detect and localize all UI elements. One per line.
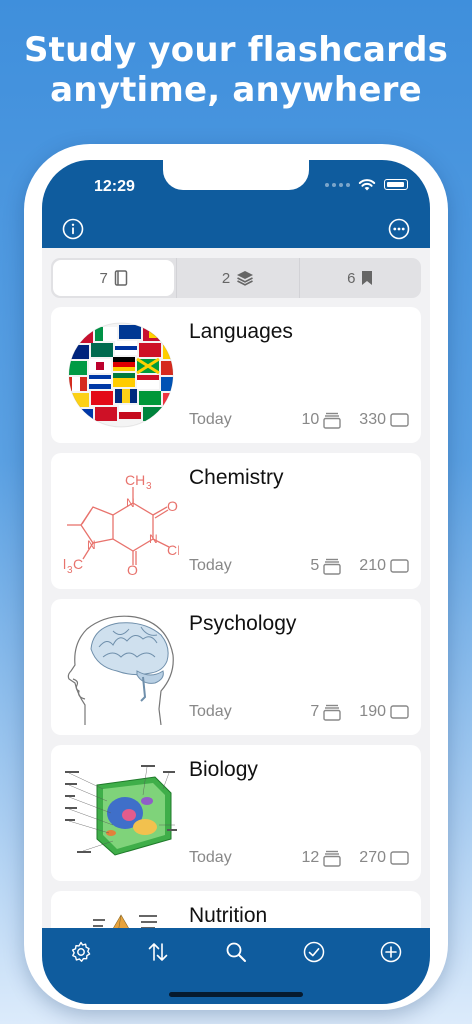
segment-bookmarks[interactable]: 6 [298, 258, 421, 298]
book-icon [114, 270, 128, 286]
deck-stats: 7 190 [310, 703, 409, 721]
svg-text:N: N [149, 532, 158, 546]
home-indicator [169, 992, 303, 997]
deck-date: Today [189, 849, 232, 866]
brain-profile-image [67, 615, 174, 725]
svg-text:C: C [73, 556, 83, 572]
promo-line-1: Study your flashcards [23, 30, 449, 70]
segment-decks[interactable]: 7 [53, 260, 175, 296]
svg-text:CH: CH [125, 472, 145, 488]
deck-title: Nutrition [189, 904, 268, 927]
deck-stats: 12 270 [302, 849, 410, 867]
device-notch [163, 160, 309, 190]
settings-icon[interactable] [69, 940, 93, 964]
checkmark-icon[interactable] [302, 940, 326, 964]
svg-text:N: N [126, 496, 135, 510]
stack-icon [323, 850, 341, 867]
segment-stacks[interactable]: 2 [176, 258, 298, 298]
status-icons [325, 178, 408, 191]
plant-cell-image [65, 765, 177, 856]
svg-text:N: N [87, 538, 96, 552]
deck-set-count: 12 [301, 849, 320, 866]
deck-date: Today [189, 411, 232, 428]
app-screen: 12:29 7 2 6 Languages Today 10 330 CH 3 … [42, 160, 430, 1004]
status-time: 12:29 [94, 178, 135, 195]
flag-globe-image [68, 322, 174, 428]
deck-card-count: 190 [359, 703, 386, 720]
caffeine-molecule-image: CH3 N O N CH O N l3C [63, 472, 179, 578]
card-icon [390, 559, 409, 573]
deck-filter-segmented-control: 7 2 6 [51, 258, 421, 298]
card-icon [390, 851, 409, 865]
deck-title: Psychology [189, 612, 297, 635]
svg-text:3: 3 [146, 481, 152, 492]
segment-count: 2 [221, 269, 231, 287]
card-icon [390, 705, 409, 719]
deck-set-count: 7 [310, 703, 320, 720]
deck-set-count: 10 [301, 411, 320, 428]
deck-list: Languages Today 10 330 CH 3 N O N C O N … [51, 307, 421, 1004]
info-icon[interactable] [62, 218, 84, 240]
stack-icon [323, 412, 341, 429]
deck-card[interactable]: CH3 N O N CH O N l3C Chemistry Today 5 2… [51, 453, 421, 589]
svg-text:l: l [63, 556, 66, 572]
bookmark-icon [362, 271, 373, 285]
deck-date: Today [189, 557, 232, 574]
svg-text:O: O [167, 498, 178, 514]
segment-count: 7 [99, 269, 108, 287]
battery-icon [384, 179, 408, 190]
stack-icon [237, 271, 254, 286]
deck-card-count: 330 [359, 411, 386, 428]
deck-title: Biology [189, 758, 258, 781]
svg-text:CH: CH [167, 542, 179, 558]
segment-count: 6 [347, 269, 356, 287]
wifi-icon [358, 179, 376, 191]
card-icon [390, 413, 409, 427]
stack-icon [323, 558, 341, 575]
deck-card-count: 210 [359, 557, 386, 574]
sort-icon[interactable] [146, 940, 170, 964]
stack-icon [323, 704, 341, 721]
navigation-bar: 12:29 [42, 160, 430, 248]
promo-headline: Study your flashcards anytime, anywhere [0, 30, 472, 110]
signal-icon [325, 182, 350, 187]
deck-card[interactable]: Biology Today 12 270 [51, 745, 421, 881]
search-icon[interactable] [224, 940, 248, 964]
svg-text:O: O [127, 562, 138, 578]
deck-title: Languages [189, 320, 293, 343]
deck-card[interactable]: Psychology Today 7 190 [51, 599, 421, 735]
deck-stats: 10 330 [302, 411, 410, 429]
promo-line-2: anytime, anywhere [50, 70, 422, 110]
add-icon[interactable] [379, 940, 403, 964]
deck-card-count: 270 [359, 849, 386, 866]
deck-card[interactable]: Languages Today 10 330 [51, 307, 421, 443]
deck-stats: 5 210 [310, 557, 409, 575]
deck-set-count: 5 [310, 557, 320, 574]
more-icon[interactable] [388, 218, 410, 240]
deck-title: Chemistry [189, 466, 284, 489]
deck-date: Today [189, 703, 232, 720]
